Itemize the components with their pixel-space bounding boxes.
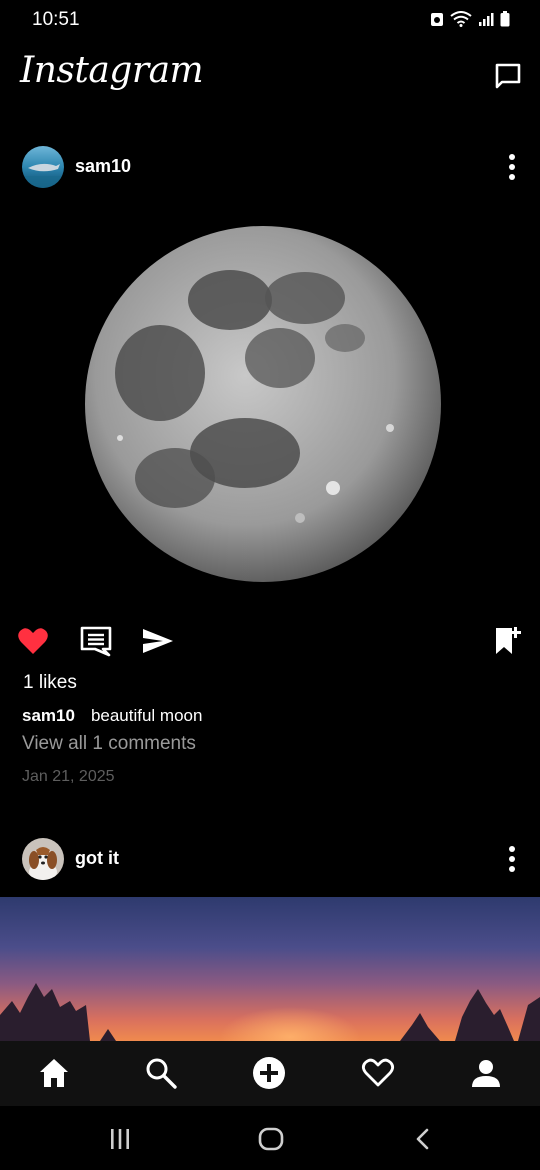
instagram-logo: Instagram: [20, 50, 204, 91]
comment-icon[interactable]: [79, 624, 113, 658]
caption-text: beautiful moon: [90, 706, 203, 725]
wifi-icon: [450, 11, 472, 27]
search-icon: [146, 1058, 177, 1089]
post-image[interactable]: [0, 897, 540, 1041]
back-chevron-icon: [416, 1128, 429, 1150]
profile-icon: [472, 1060, 500, 1087]
direct-message-icon[interactable]: [492, 60, 524, 92]
caption-username[interactable]: sam10: [22, 706, 75, 725]
battery-icon: [500, 11, 510, 27]
avatar[interactable]: [22, 146, 64, 188]
nav-profile[interactable]: [458, 1045, 514, 1101]
app-header: Instagram: [0, 44, 540, 108]
save-bookmark-icon[interactable]: [490, 624, 524, 658]
status-time: 10:51: [32, 9, 80, 30]
nav-home[interactable]: [26, 1045, 82, 1101]
data-saver-icon: [431, 13, 443, 26]
status-bar: 10:51: [0, 0, 540, 40]
home-icon: [40, 1059, 68, 1087]
avatar[interactable]: [22, 838, 64, 880]
nav-activity[interactable]: [350, 1045, 406, 1101]
signal-icon: [479, 13, 494, 26]
more-options-icon[interactable]: [506, 152, 518, 182]
status-icons: [430, 11, 510, 27]
caption: sam10 beautiful moon: [22, 706, 202, 726]
home-button[interactable]: [251, 1124, 291, 1154]
post-header: got it: [0, 830, 540, 890]
post-username[interactable]: sam10: [75, 156, 131, 177]
home-circle-icon: [258, 1127, 284, 1151]
like-heart-icon[interactable]: [16, 624, 50, 658]
back-button[interactable]: [403, 1124, 443, 1154]
more-options-icon[interactable]: [506, 844, 518, 874]
system-navigation-bar: [0, 1106, 540, 1170]
post-image[interactable]: [0, 198, 540, 606]
post-username[interactable]: got it: [75, 848, 119, 869]
like-count: 1 likes: [23, 672, 77, 693]
add-post-icon: [253, 1057, 285, 1089]
post-header: sam10: [0, 138, 540, 198]
recent-apps-button[interactable]: [100, 1124, 140, 1154]
nav-search[interactable]: [133, 1045, 189, 1101]
share-send-icon[interactable]: [141, 624, 175, 658]
recent-apps-icon: [111, 1129, 129, 1149]
post-actions: [0, 618, 540, 662]
activity-heart-icon: [361, 1058, 395, 1087]
bottom-navigation: [0, 1041, 540, 1106]
nav-add-post[interactable]: [241, 1045, 297, 1101]
view-comments-link[interactable]: View all 1 comments: [22, 733, 196, 755]
post-date: Jan 21, 2025: [22, 768, 115, 785]
